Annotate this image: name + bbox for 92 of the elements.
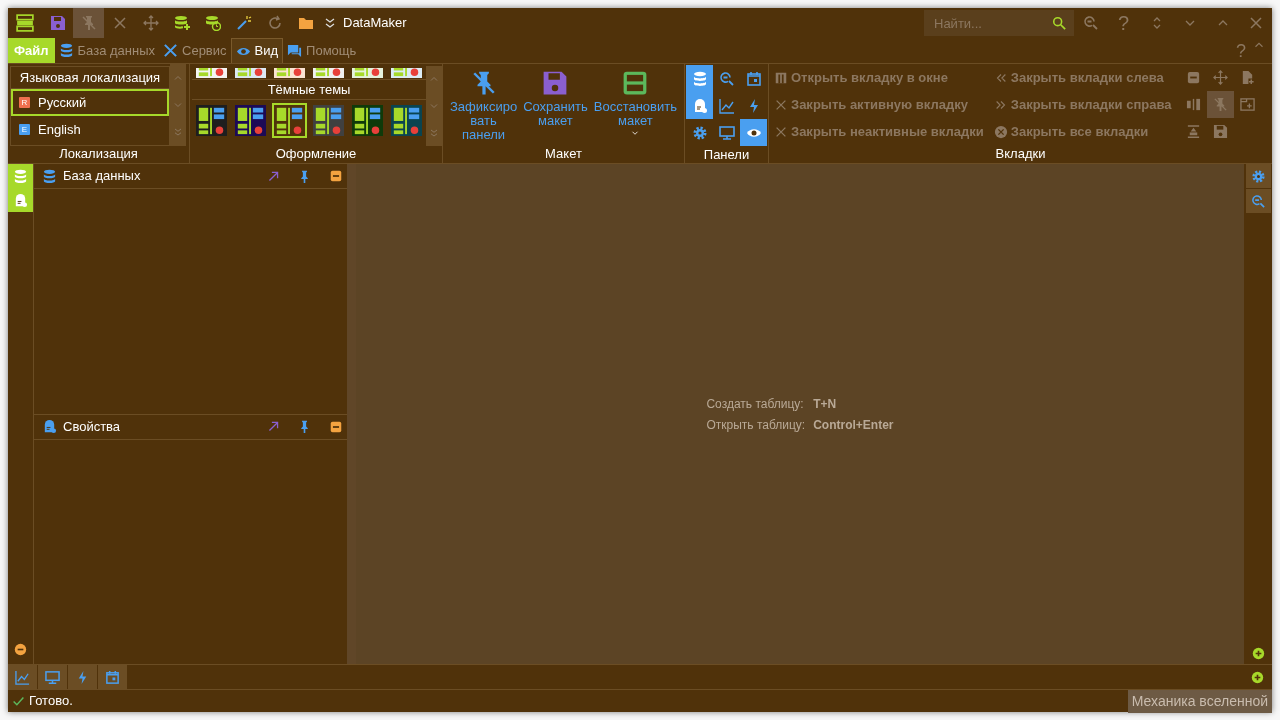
document-person-icon	[42, 419, 57, 434]
dock-tab[interactable]	[1245, 164, 1271, 188]
panel-toggle[interactable]	[686, 65, 713, 92]
close-icon	[111, 15, 128, 31]
minus-circle-icon[interactable]	[14, 643, 27, 656]
dock-tab[interactable]	[8, 664, 37, 690]
search-refresh-icon	[1082, 15, 1099, 31]
language-item[interactable]: R Русский	[11, 89, 169, 116]
database-clock-icon	[204, 15, 221, 31]
stacked-bars-icon	[16, 14, 34, 32]
language-badge: R	[19, 97, 30, 108]
line-chart-icon	[718, 97, 735, 114]
list-header: Тёмные темы	[192, 80, 427, 100]
status-label: Механика вселенной	[1127, 689, 1272, 713]
database-icon	[691, 70, 708, 87]
crossed-pin-icon	[80, 15, 97, 31]
group-caption: Панели	[702, 147, 751, 163]
ribbon-tab[interactable]: База данных	[54, 38, 159, 63]
panel-toggle[interactable]	[686, 92, 713, 119]
hint-label: Создать таблицу:	[706, 395, 805, 413]
scrollbar[interactable]	[426, 66, 442, 146]
plus-circle-icon[interactable]	[1251, 670, 1264, 684]
pin-icon[interactable]	[298, 169, 311, 183]
layout-button[interactable]: Сохранить макет	[520, 64, 591, 146]
window-columns-icon	[774, 70, 788, 85]
check-icon	[12, 694, 25, 708]
hint-label: Открыть таблицу:	[706, 416, 806, 434]
split-view-icon	[1186, 97, 1202, 112]
panel-title: Свойства	[63, 417, 121, 436]
magic-wand-icon	[235, 15, 252, 31]
diagonal-arrow-icon[interactable]	[267, 420, 280, 433]
refresh-icon	[266, 15, 283, 31]
folder-icon	[297, 15, 314, 31]
pin-icon[interactable]	[298, 420, 311, 433]
database-icon	[42, 168, 57, 184]
monitor-icon	[45, 669, 60, 685]
dock-tab[interactable]	[68, 664, 97, 690]
help-button[interactable]: ?	[1230, 38, 1252, 63]
settings-icon	[691, 124, 708, 141]
dock-tab[interactable]	[38, 664, 67, 690]
scrollbar[interactable]	[170, 64, 186, 146]
ribbon-tab[interactable]: Вид	[230, 38, 284, 63]
panel-toggle[interactable]	[740, 119, 767, 146]
minus-square-icon[interactable]	[329, 419, 343, 434]
status-text: Готово.	[29, 692, 73, 711]
plus-circle-icon[interactable]	[1251, 647, 1265, 660]
restore-layout-icon	[622, 70, 649, 96]
database-icon	[58, 43, 74, 58]
layout-button[interactable]: Восстановить макет	[590, 64, 680, 146]
calendar-icon	[745, 70, 762, 87]
shortcut-keys: Control+Enter	[813, 415, 894, 434]
minus-square-icon[interactable]	[329, 169, 343, 183]
settings-icon	[1250, 168, 1266, 184]
close-circle-icon	[993, 124, 1008, 139]
tab-tool-button[interactable]	[1207, 91, 1235, 118]
calendar-icon	[105, 669, 120, 685]
help-button[interactable]: ?	[1107, 8, 1140, 38]
language-badge: E	[19, 124, 30, 135]
ribbon-tab[interactable]: Помощь	[283, 38, 361, 63]
move-arrows-icon	[1213, 70, 1229, 85]
layout-button[interactable]: Зафиксиро вать панели	[447, 64, 521, 146]
file-plus-icon	[1240, 70, 1256, 85]
search-refresh-icon	[1250, 193, 1266, 209]
search-icon	[1052, 16, 1066, 30]
crossed-tools-icon	[163, 43, 178, 58]
chat-bubble-icon	[287, 43, 303, 58]
group-caption: Вкладки	[994, 146, 1047, 163]
search-field[interactable]: Найти...	[924, 10, 1074, 36]
group-caption: Оформление	[274, 146, 358, 163]
search-refresh-icon	[718, 70, 735, 87]
monitor-icon	[718, 124, 735, 141]
crossed-pin-icon	[1213, 97, 1229, 112]
move-arrows-icon	[142, 15, 159, 31]
window-title: DataMaker	[343, 14, 407, 33]
language-item[interactable]: E English	[11, 116, 169, 143]
close-icon	[1247, 15, 1264, 31]
line-chart-icon	[15, 669, 30, 685]
window-plus-icon	[1240, 97, 1256, 112]
panel-title: База данных	[63, 167, 141, 186]
group-caption: Локализация	[58, 146, 139, 163]
minus-square-icon	[1186, 70, 1202, 85]
group-caption: Макет	[544, 146, 583, 163]
dock-tab[interactable]	[98, 664, 127, 690]
document-person-icon	[13, 192, 28, 208]
database-icon	[13, 168, 28, 184]
database-plus-icon	[173, 15, 190, 31]
shortcut-keys: T+N	[813, 394, 894, 413]
ribbon-tab[interactable]: Сервис	[159, 38, 231, 63]
list-header: Языковая локализация	[11, 67, 169, 89]
dock-tab[interactable]	[1245, 189, 1271, 213]
align-center-icon	[1186, 124, 1202, 139]
diagonal-arrow-icon[interactable]	[267, 169, 280, 183]
